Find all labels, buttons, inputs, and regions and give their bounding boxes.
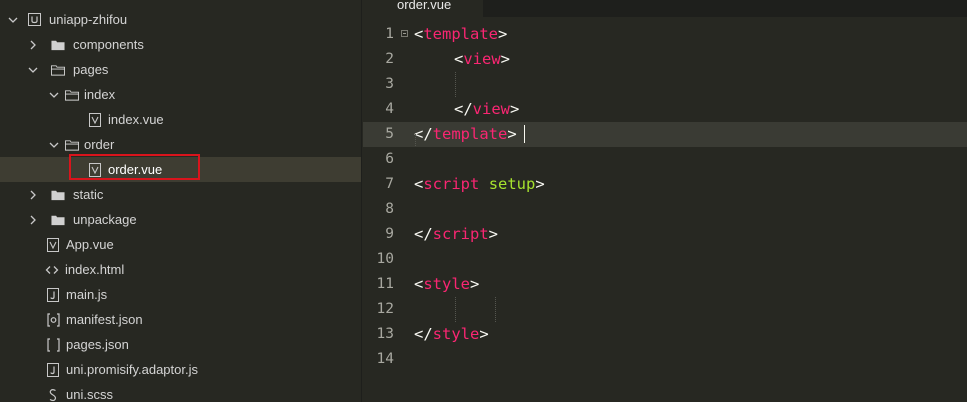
tree-item-main-js[interactable]: main.js [0, 282, 362, 307]
selection-highlight-box [69, 154, 200, 180]
tree-item-components[interactable]: components [0, 32, 362, 57]
line-number: 12 [376, 301, 394, 317]
tree-item-manifest-json[interactable]: manifest.json [0, 307, 362, 332]
code-line[interactable]: 13 </style> [363, 322, 967, 347]
uniapp-project-icon [27, 13, 41, 27]
code-line-current[interactable]: 5 </template> [363, 122, 967, 147]
code-line[interactable]: 14 [363, 347, 967, 372]
indent-guide [495, 297, 496, 322]
tree-item-label: unpackage [73, 212, 137, 227]
chevron-down-icon[interactable] [27, 64, 39, 76]
line-number: 13 [376, 326, 394, 342]
code-line[interactable]: 6 [363, 147, 967, 172]
indent-guide [455, 297, 456, 322]
indent-guide [455, 72, 456, 97]
fold-guide [415, 134, 416, 146]
line-number: 14 [376, 351, 394, 367]
tree-item-uni-promisify-adaptor-js[interactable]: uni.promisify.adaptor.js [0, 357, 362, 382]
code-text: </view> [454, 100, 520, 118]
code-editor[interactable]: order.vue 1 <template> 2 <view> 3 4 </vi… [363, 0, 967, 402]
js-file-icon [46, 362, 60, 377]
project-explorer: uniapp-zhifou components pages index ind… [0, 0, 362, 402]
line-number: 6 [385, 151, 394, 167]
chevron-right-icon[interactable] [27, 214, 39, 226]
code-line[interactable]: 3 [363, 72, 967, 97]
tree-item-label: uni.promisify.adaptor.js [66, 362, 198, 377]
tab-order-vue[interactable]: order.vue [363, 0, 483, 17]
js-file-icon [46, 287, 60, 302]
scss-file-icon [46, 388, 60, 402]
tree-item-label: order [84, 137, 115, 152]
tree-item-project-root[interactable]: uniapp-zhifou [0, 7, 362, 32]
chevron-right-icon[interactable] [27, 39, 39, 51]
code-line[interactable]: 8 [363, 197, 967, 222]
folder-open-icon [51, 63, 65, 77]
tree-item-label: main.js [66, 287, 108, 302]
code-line[interactable]: 9 </script> [363, 222, 967, 247]
tree-item-label: manifest.json [66, 312, 143, 327]
vue-file-icon [88, 112, 102, 127]
tree-item-label: index.vue [108, 112, 164, 127]
code-text: <script setup> [414, 175, 545, 193]
folder-open-icon [65, 88, 79, 102]
chevron-down-icon[interactable] [48, 89, 60, 101]
code-text: </style> [414, 325, 489, 343]
tree-item-unpackage[interactable]: unpackage [0, 207, 362, 232]
line-number: 2 [385, 51, 394, 67]
tree-item-label: App.vue [66, 237, 114, 252]
code-line[interactable]: 2 <view> [363, 47, 967, 72]
tree-item-label: static [73, 187, 104, 202]
html-file-icon [45, 263, 59, 277]
code-line[interactable]: 10 [363, 247, 967, 272]
json-file-icon [46, 337, 60, 352]
tree-item-pages[interactable]: pages [0, 57, 362, 82]
tree-item-index-folder[interactable]: index [0, 82, 362, 107]
fold-collapse-icon[interactable] [401, 30, 408, 37]
chevron-down-icon[interactable] [48, 139, 60, 151]
chevron-down-icon[interactable] [7, 14, 19, 26]
chevron-right-icon[interactable] [27, 189, 39, 201]
code-text: <template> [414, 25, 508, 43]
tree-item-label: index.html [65, 262, 125, 277]
tree-item-label: uniapp-zhifou [49, 12, 128, 27]
line-number: 3 [385, 76, 394, 92]
line-number: 10 [376, 251, 394, 267]
tree-item-app-vue[interactable]: App.vue [0, 232, 362, 257]
text-cursor [524, 125, 525, 143]
line-number: 7 [385, 176, 394, 192]
tree-item-label: uni.scss [66, 387, 113, 402]
code-text: <view> [454, 50, 511, 68]
line-number: 8 [385, 201, 394, 217]
tree-item-index-html[interactable]: index.html [0, 257, 362, 282]
tree-item-index-vue[interactable]: index.vue [0, 107, 362, 132]
folder-open-icon [65, 138, 79, 152]
manifest-file-icon [46, 312, 60, 327]
tree-item-pages-json[interactable]: pages.json [0, 332, 362, 357]
folder-icon [51, 38, 65, 52]
line-number: 1 [385, 26, 394, 42]
tree-item-label: index [84, 87, 116, 102]
code-line[interactable]: 4 </view> [363, 97, 967, 122]
line-number: 5 [385, 126, 394, 142]
line-number: 9 [385, 226, 394, 242]
code-line[interactable]: 12 [363, 297, 967, 322]
tree-item-label: pages [73, 62, 109, 77]
code-text: </script> [414, 225, 499, 243]
tree-item-label: pages.json [66, 337, 129, 352]
code-line[interactable]: 11 <style> [363, 272, 967, 297]
code-line[interactable]: 1 <template> [363, 22, 967, 47]
line-number: 4 [385, 101, 394, 117]
line-number: 11 [376, 276, 394, 292]
tree-item-static[interactable]: static [0, 182, 362, 207]
code-line[interactable]: 7 <script setup> [363, 172, 967, 197]
tree-item-uni-scss[interactable]: uni.scss [0, 382, 362, 402]
vue-file-icon [46, 237, 60, 252]
folder-icon [51, 213, 65, 227]
folder-icon [51, 188, 65, 202]
tree-item-label: components [73, 37, 144, 52]
code-text: <style> [414, 275, 480, 293]
editor-tab-bar: order.vue [363, 0, 967, 17]
code-text: </template> [414, 125, 517, 143]
